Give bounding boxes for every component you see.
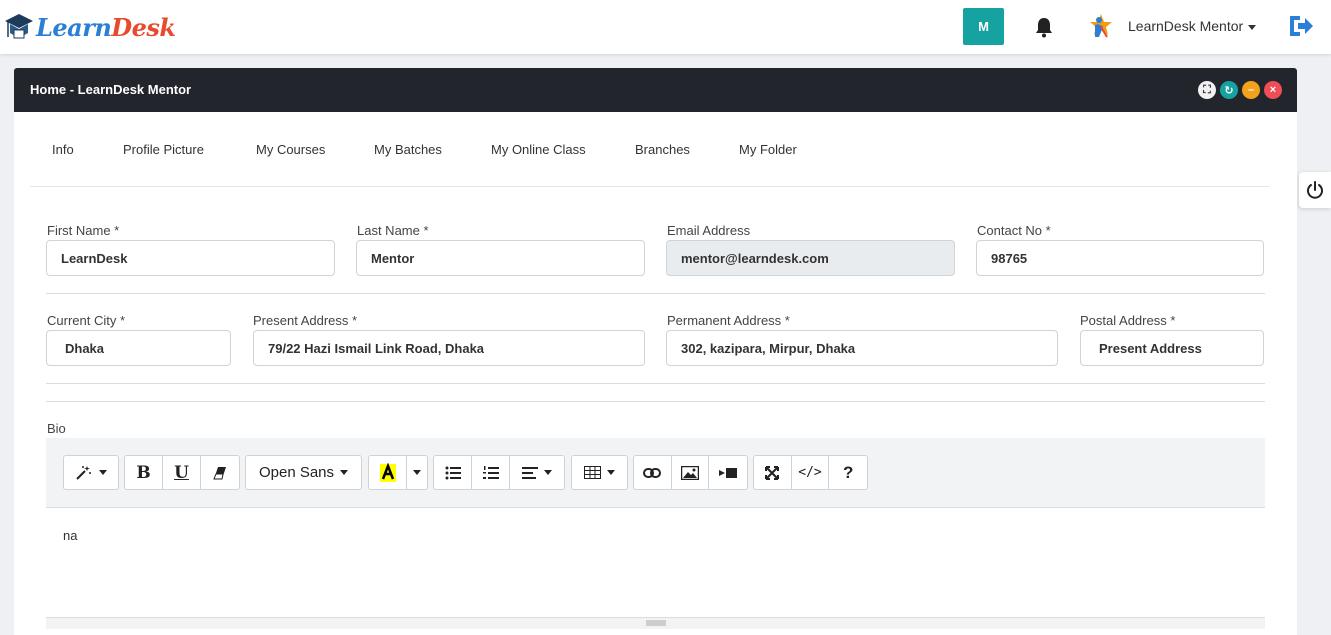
ordered-list-button[interactable] [472, 456, 510, 489]
font-name-dropdown[interactable]: Open Sans [246, 456, 361, 489]
insert-image-button[interactable] [672, 456, 710, 489]
permanent-address-label: Permanent Address * [667, 313, 790, 328]
panel-header: Home - LearnDesk Mentor ⛶ ↻ – × [14, 68, 1297, 112]
first-name-label: First Name * [47, 223, 120, 238]
contact-input[interactable]: 98765 [976, 240, 1264, 276]
chevron-down-icon [340, 470, 349, 475]
contact-label: Contact No * [977, 223, 1051, 238]
underline-button[interactable]: U [163, 456, 201, 489]
notification-bell-icon[interactable] [1034, 16, 1054, 38]
eraser-icon [213, 466, 226, 479]
tab-profile-picture[interactable]: Profile Picture [123, 142, 204, 157]
link-icon [643, 467, 662, 478]
insert-video-button[interactable] [709, 456, 747, 489]
power-button[interactable] [1299, 172, 1331, 208]
align-left-icon [522, 466, 538, 479]
tab-my-batches[interactable]: My Batches [374, 142, 442, 157]
chevron-down-icon [99, 470, 107, 475]
city-input[interactable]: Dhaka [46, 330, 231, 366]
video-icon [719, 467, 738, 478]
bio-editor[interactable]: na [46, 508, 1265, 618]
font-style-group: B U [124, 455, 240, 490]
profile-tabs: Info Profile Picture My Courses My Batch… [30, 112, 1269, 187]
chevron-down-icon [413, 470, 421, 475]
graduation-cap-icon [5, 14, 33, 39]
present-address-label: Present Address * [253, 313, 358, 328]
chevron-down-icon [544, 470, 552, 475]
paragraph-group [433, 455, 565, 490]
style-button[interactable] [64, 456, 118, 489]
help-button[interactable]: ? [829, 456, 867, 489]
insert-table-button[interactable] [572, 456, 627, 489]
code-view-button[interactable]: </> [792, 456, 830, 489]
image-icon [681, 465, 699, 480]
brand-name: LearnDesk [36, 12, 176, 42]
fullscreen-button[interactable] [754, 456, 792, 489]
email-input[interactable]: mentor@learndesk.com [666, 240, 955, 276]
power-icon [1307, 181, 1323, 199]
tab-my-folder[interactable]: My Folder [739, 142, 797, 157]
style-group [63, 455, 119, 490]
brand-logo[interactable]: LearnDesk [4, 10, 176, 44]
numbered-list-icon [482, 465, 499, 479]
paragraph-align-button[interactable] [510, 456, 564, 489]
postal-address-label: Postal Address * [1080, 313, 1176, 328]
font-color-button[interactable] [369, 456, 407, 489]
panel-title: Home - LearnDesk Mentor [30, 82, 192, 97]
postal-address-select[interactable]: Present Address [1080, 330, 1264, 366]
editor-resize-handle[interactable] [46, 617, 1265, 629]
bio-text: na [63, 528, 78, 543]
profile-panel: Home - LearnDesk Mentor ⛶ ↻ – × Info Pro… [14, 68, 1297, 635]
fullscreen-icon [765, 465, 780, 480]
first-name-input[interactable]: LearnDesk [46, 240, 335, 276]
divider [46, 293, 1265, 294]
font-name-group: Open Sans [245, 455, 362, 490]
insert-group [633, 455, 748, 490]
user-avatar-button[interactable]: M [963, 8, 1004, 45]
close-icon[interactable]: × [1264, 81, 1282, 99]
mentor-logo-icon [1090, 14, 1112, 38]
bullet-list-icon [445, 466, 461, 479]
color-dropdown-button[interactable] [407, 456, 427, 489]
divider [46, 401, 1265, 402]
tab-branches[interactable]: Branches [635, 142, 690, 157]
city-label: Current City * [47, 313, 126, 328]
email-label: Email Address [667, 223, 751, 238]
divider [46, 383, 1265, 384]
last-name-label: Last Name * [357, 223, 429, 238]
chevron-down-icon [607, 470, 615, 475]
chevron-down-icon [1248, 24, 1257, 30]
clear-format-button[interactable] [201, 456, 239, 489]
table-group [571, 455, 628, 490]
window-controls: ⛶ ↻ – × [1198, 81, 1282, 99]
insert-link-button[interactable] [634, 456, 672, 489]
editor-toolbar: B U Open Sans </> ? [46, 438, 1265, 508]
permanent-address-input[interactable]: 302, kazipara, Mirpur, Dhaka [666, 330, 1058, 366]
last-name-input[interactable]: Mentor [356, 240, 645, 276]
magic-wand-icon [76, 465, 91, 480]
color-group [368, 455, 428, 490]
tab-my-courses[interactable]: My Courses [256, 142, 325, 157]
top-navbar: LearnDesk M LearnDesk Mentor [0, 0, 1331, 54]
logout-icon[interactable] [1287, 13, 1315, 39]
present-address-input[interactable]: 79/22 Hazi Ismail Link Road, Dhaka [253, 330, 645, 366]
minimize-icon[interactable]: – [1242, 81, 1260, 99]
unordered-list-button[interactable] [434, 456, 472, 489]
bold-button[interactable]: B [125, 456, 163, 489]
bio-label: Bio [47, 421, 66, 436]
expand-icon[interactable]: ⛶ [1198, 81, 1216, 99]
table-icon [584, 466, 601, 479]
refresh-icon[interactable]: ↻ [1220, 81, 1238, 99]
text-color-icon [379, 462, 396, 482]
user-menu-dropdown[interactable]: LearnDesk Mentor [1128, 18, 1257, 34]
tab-info[interactable]: Info [52, 142, 74, 157]
misc-group: </> ? [753, 455, 868, 490]
tab-my-online-class[interactable]: My Online Class [491, 142, 586, 157]
resize-grip-icon [646, 620, 666, 626]
